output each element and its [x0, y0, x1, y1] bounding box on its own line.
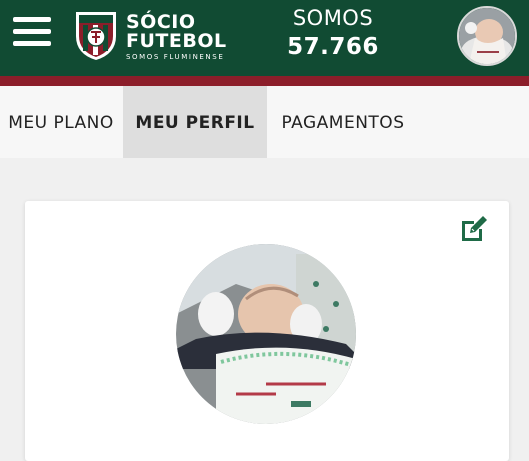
tab-meu-perfil[interactable]: MEU PERFIL [123, 86, 267, 158]
header-accent-bar [0, 76, 529, 86]
profile-tabs: MEU PLANO MEU PERFIL PAGAMENTOS [0, 86, 529, 158]
menu-icon[interactable] [13, 17, 51, 47]
member-counter-value: 57.766 [287, 34, 379, 60]
user-avatar[interactable] [457, 6, 517, 66]
tab-pagamentos[interactable]: PAGAMENTOS [273, 86, 413, 158]
tab-meu-plano[interactable]: MEU PLANO [0, 86, 122, 158]
brand-logo-text: SÓCIO FUTEBOL SOMOS FLUMINENSE [126, 13, 227, 61]
top-bar: SÓCIO FUTEBOL SOMOS FLUMINENSE SOMOS 57.… [0, 0, 529, 76]
profile-photo [176, 244, 356, 424]
brand-tagline: SOMOS FLUMINENSE [126, 53, 225, 61]
fluminense-crest-icon [76, 12, 116, 60]
brand-line-2: FUTEBOL [126, 30, 227, 52]
profile-card [25, 201, 509, 461]
member-counter-label: SOMOS [292, 6, 374, 30]
edit-icon[interactable] [459, 214, 489, 244]
member-counter: SOMOS 57.766 [270, 6, 396, 60]
